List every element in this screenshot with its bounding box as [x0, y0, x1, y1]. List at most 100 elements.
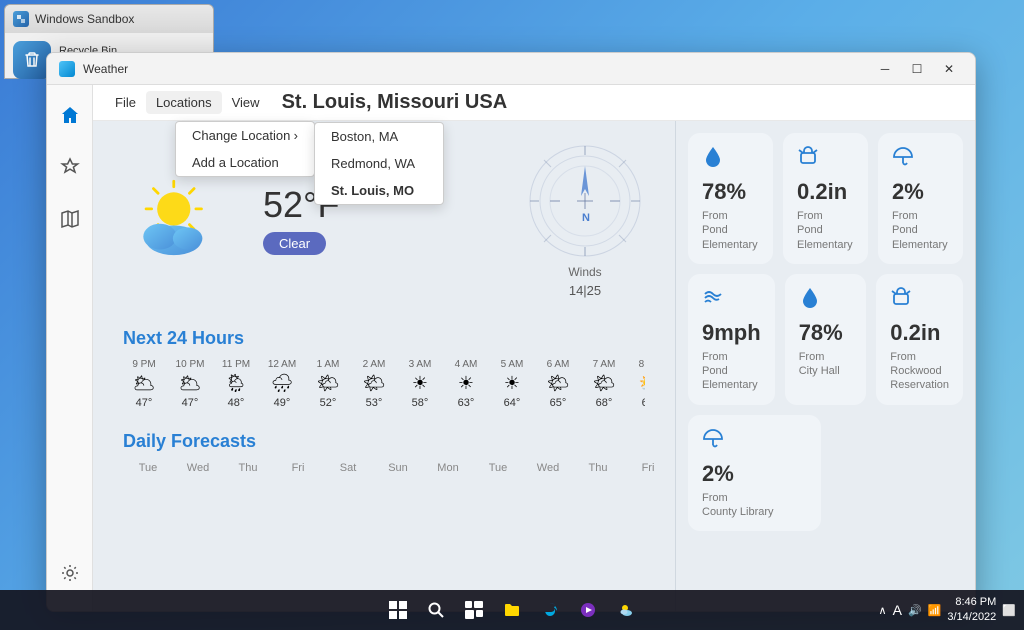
- weather-widget-umbrella-pond: 2% From Pond Elementary: [878, 133, 963, 264]
- widget-label: From Pond Elementary: [702, 350, 761, 393]
- tray-arrow[interactable]: ∧: [879, 604, 887, 617]
- tray-network[interactable]: 📶: [928, 604, 942, 617]
- hourly-section: Next 24 Hours 9 PM 🌥 47° 10 PM 🌥 47° 11 …: [123, 328, 645, 413]
- location-boston[interactable]: Boston, MA: [315, 123, 443, 150]
- widget-row-2: 9mph From Pond Elementary 78% From City …: [688, 274, 963, 405]
- weather-widget-humidity-city: 78% From City Hall: [785, 274, 867, 405]
- hourly-item: 3 AM ☀ 58°: [399, 359, 441, 409]
- weather-widget-umbrella-library: 2% From County Library: [688, 415, 821, 532]
- tray-notification[interactable]: ⬜: [1002, 604, 1016, 617]
- daily-day-label: Sun: [373, 462, 423, 474]
- daily-day-label: Fri: [273, 462, 323, 474]
- hourly-item: 7 AM 🌤 68°: [583, 359, 625, 409]
- taskbar-start-button[interactable]: [384, 596, 412, 624]
- hourly-item: 2 AM 🌤 53°: [353, 359, 395, 409]
- widget-value: 0.2in: [797, 179, 854, 205]
- daily-day-label: Mon: [423, 462, 473, 474]
- daily-day-label: Wed: [523, 462, 573, 474]
- hourly-item: 4 AM ☀ 63°: [445, 359, 487, 409]
- taskbar-weather-button[interactable]: [612, 596, 640, 624]
- tray-font: A: [893, 602, 902, 618]
- daily-day-label: Tue: [123, 462, 173, 474]
- taskbar-task-view-button[interactable]: [460, 596, 488, 624]
- widget-value: 2%: [892, 179, 949, 205]
- location-stlouis[interactable]: St. Louis, MO: [315, 177, 443, 204]
- tray-speaker[interactable]: 🔊: [908, 604, 922, 617]
- widget-icon: [797, 145, 854, 173]
- clock-time: 8:46 PM: [947, 595, 996, 610]
- weather-window: Weather ─ ☐ ✕: [46, 52, 976, 612]
- close-button[interactable]: ✕: [935, 55, 963, 83]
- compass-area: N Winds 14|25: [525, 141, 645, 298]
- widget-label: From Pond Elementary: [892, 209, 949, 252]
- widget-value: 9mph: [702, 320, 761, 346]
- hourly-item: 8 AM ⛅ 68°: [629, 359, 645, 409]
- sidebar-item-home[interactable]: [52, 97, 88, 133]
- menu-view[interactable]: View: [222, 91, 270, 114]
- widget-label: From Rockwood Reservation: [890, 350, 949, 393]
- daily-day-label: Sat: [323, 462, 373, 474]
- hourly-title: Next 24 Hours: [123, 328, 645, 349]
- sidebar-item-settings[interactable]: [52, 555, 88, 591]
- change-location-item[interactable]: Change Location › Boston, MA Redmond, WA…: [176, 122, 314, 149]
- winds-speed: 14|25: [569, 283, 601, 298]
- sidebar: [47, 85, 93, 611]
- location-redmond[interactable]: Redmond, WA: [315, 150, 443, 177]
- locations-dropdown: Change Location › Boston, MA Redmond, WA…: [175, 121, 315, 177]
- widget-value: 0.2in: [890, 320, 949, 346]
- sidebar-item-favorites[interactable]: [52, 149, 88, 185]
- taskbar-media-button[interactable]: [574, 596, 602, 624]
- widget-label: From Pond Elementary: [702, 209, 759, 252]
- menu-locations[interactable]: Locations: [146, 91, 222, 114]
- menu-bar: File Locations View St. Louis, Missouri …: [93, 85, 975, 121]
- add-location-item[interactable]: Add a Location: [176, 149, 314, 176]
- taskbar: ∧ A 🔊 📶 8:46 PM 3/14/2022 ⬜: [0, 590, 1024, 630]
- svg-text:N: N: [582, 212, 590, 224]
- daily-day-label: Fri: [623, 462, 673, 474]
- widget-icon: [892, 145, 949, 173]
- maximize-button[interactable]: ☐: [903, 55, 931, 83]
- sandbox-title: Windows Sandbox: [35, 12, 134, 26]
- taskbar-search-button[interactable]: [422, 596, 450, 624]
- sidebar-item-map[interactable]: [52, 201, 88, 237]
- widget-icon: [890, 286, 949, 314]
- location-submenu: Boston, MA Redmond, WA St. Louis, MO: [314, 122, 444, 205]
- widget-label: From County Library: [702, 491, 807, 520]
- condition-badge: Clear: [263, 232, 326, 255]
- hourly-item: 5 AM ☀ 64°: [491, 359, 533, 409]
- daily-day-label: Thu: [573, 462, 623, 474]
- clock[interactable]: 8:46 PM 3/14/2022: [947, 595, 996, 626]
- taskbar-files-button[interactable]: [498, 596, 526, 624]
- clock-date: 3/14/2022: [947, 610, 996, 625]
- weather-app-icon: [59, 61, 75, 77]
- widget-label: From Pond Elementary: [797, 209, 854, 252]
- daily-day-label: Tue: [473, 462, 523, 474]
- desktop: Windows Sandbox Recycle Bin Weather ─ ☐ …: [0, 0, 1024, 630]
- widget-row-1: 78% From Pond Elementary 0.2in From Pond…: [688, 133, 963, 264]
- weather-widget-rain-rock: 0.2in From Rockwood Reservation: [876, 274, 963, 405]
- widget-value: 78%: [702, 179, 759, 205]
- weather-widget-humidity-pond: 78% From Pond Elementary: [688, 133, 773, 264]
- weather-titlebar: Weather ─ ☐ ✕: [47, 53, 975, 85]
- minimize-button[interactable]: ─: [871, 55, 899, 83]
- hourly-item: 11 PM 🌦 48°: [215, 359, 257, 409]
- location-title: St. Louis, Missouri USA: [282, 91, 508, 114]
- daily-section: Daily Forecasts TueWedThuFriSatSunMonTue…: [123, 431, 645, 474]
- hourly-item: 9 PM 🌥 47°: [123, 359, 165, 409]
- taskbar-center: [384, 596, 640, 624]
- hourly-scroll[interactable]: 9 PM 🌥 47° 10 PM 🌥 47° 11 PM 🌦 48° 12 AM…: [123, 359, 645, 413]
- hourly-item: 10 PM 🌥 47°: [169, 359, 211, 409]
- daily-day-label: Wed: [173, 462, 223, 474]
- widget-icon: [702, 145, 759, 173]
- daily-header: TueWedThuFriSatSunMonTueWedThuFriSatSunM…: [123, 462, 645, 474]
- winds-label: Winds: [568, 265, 601, 279]
- titlebar-controls: ─ ☐ ✕: [871, 55, 963, 83]
- weather-widget-rain-pond: 0.2in From Pond Elementary: [783, 133, 868, 264]
- weather-widget-wind-pond: 9mph From Pond Elementary: [688, 274, 775, 405]
- content-area: 52°F Clear: [93, 121, 975, 611]
- daily-day-label: Thu: [223, 462, 273, 474]
- taskbar-edge-button[interactable]: [536, 596, 564, 624]
- sandbox-app-icon: [13, 11, 29, 27]
- widget-row-3: 2% From County Library: [688, 415, 963, 532]
- menu-file[interactable]: File: [105, 91, 146, 114]
